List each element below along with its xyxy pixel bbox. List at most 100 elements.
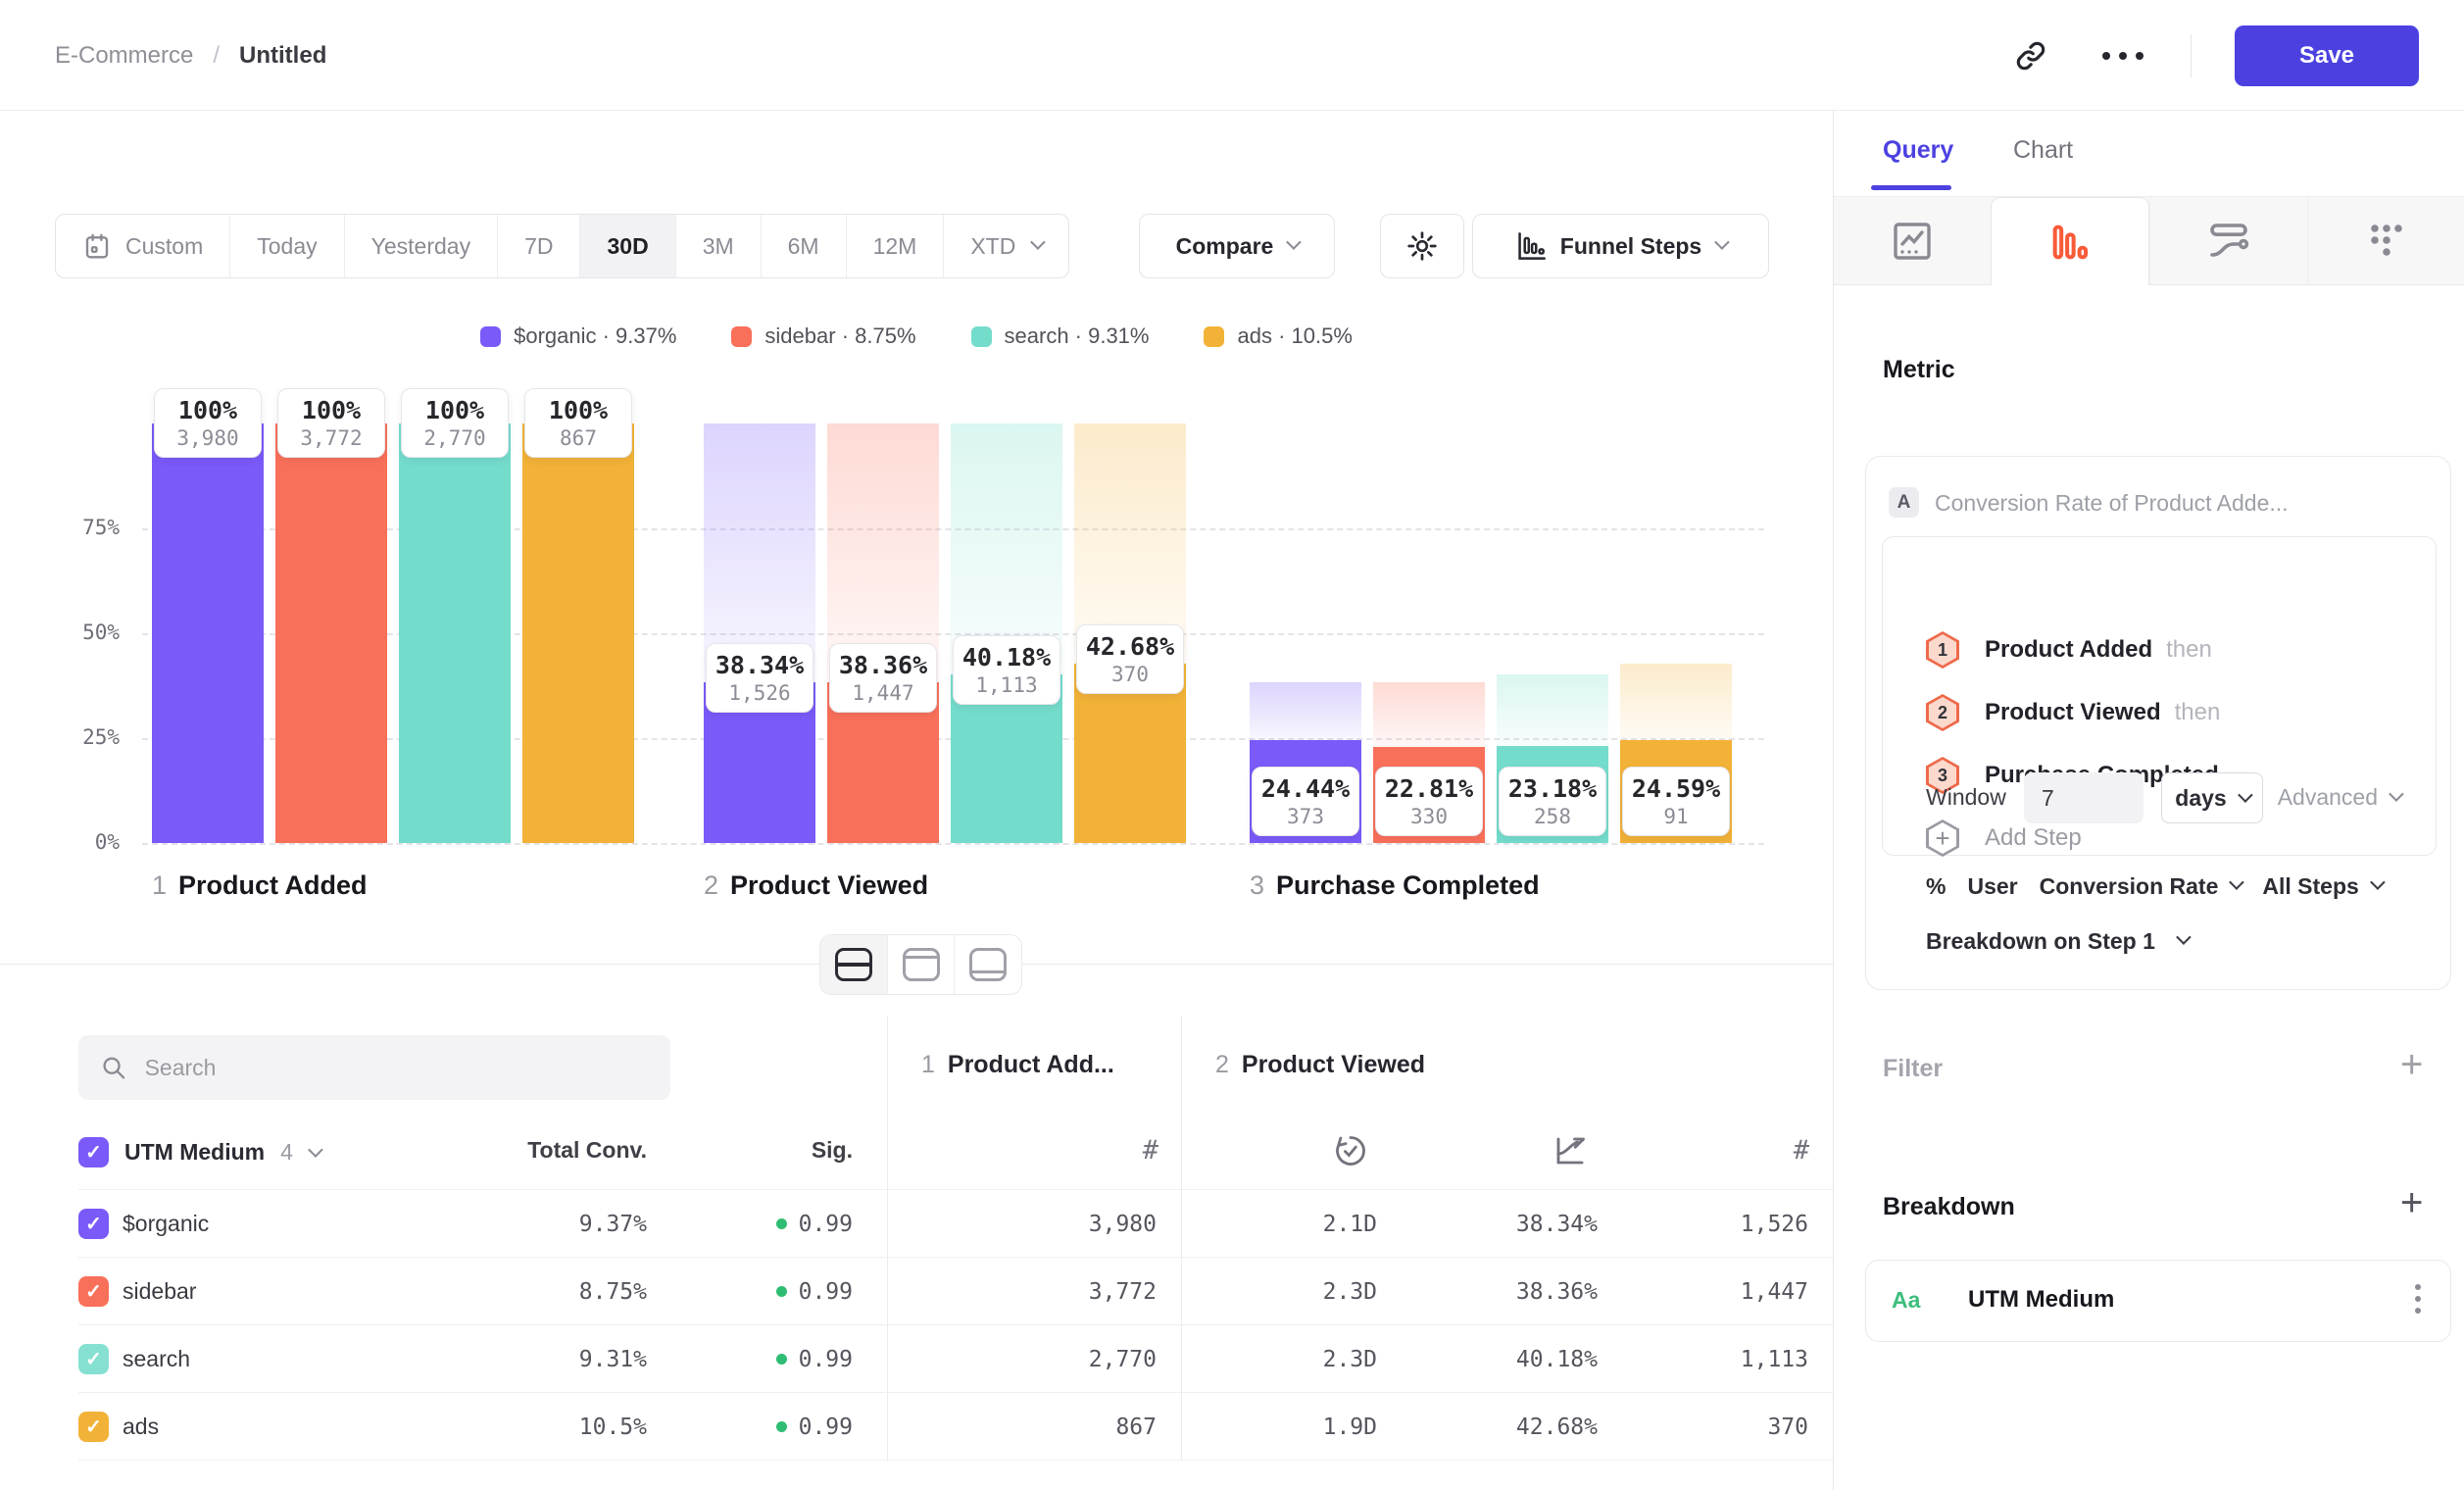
funnel-steps-card: 1 Product Addedthen2 Product Viewedthen3… bbox=[1882, 536, 2437, 856]
cell-significance: 0.99 bbox=[647, 1393, 853, 1461]
chart-type-insights[interactable] bbox=[1834, 197, 1991, 284]
add-step-button[interactable]: + Add Step bbox=[1926, 819, 2082, 858]
step-name: Product Viewed bbox=[1242, 1051, 1425, 1079]
tab-query[interactable]: Query bbox=[1883, 111, 1953, 189]
row-checkbox[interactable]: ✓ bbox=[78, 1344, 109, 1374]
row-name: search bbox=[123, 1346, 190, 1372]
step2-column-header: 2 Product Viewed bbox=[1215, 1051, 1425, 1079]
bar-value-label: 22.81%330 bbox=[1375, 767, 1483, 836]
property-type-badge: Aa bbox=[1892, 1287, 1920, 1314]
cell-step2-conv: 38.34% bbox=[1402, 1190, 1598, 1258]
sig-column-header[interactable]: Sig. bbox=[647, 1137, 853, 1164]
bar-pct: 38.36% bbox=[830, 651, 936, 680]
cell-significance: 0.99 bbox=[647, 1325, 853, 1393]
share-link-button[interactable] bbox=[2006, 31, 2055, 80]
bar-count: 370 bbox=[1077, 662, 1183, 687]
save-button[interactable]: Save bbox=[2235, 25, 2419, 86]
cell-step1-count: 3,772 bbox=[941, 1258, 1157, 1325]
step-event-name[interactable]: Product Viewed bbox=[1985, 699, 2161, 726]
count-column-icon[interactable]: # bbox=[1760, 1135, 1809, 1166]
chevron-down-icon bbox=[308, 1142, 323, 1158]
select-all-checkbox[interactable]: ✓ bbox=[78, 1137, 109, 1167]
cell-total-conv: 10.5% bbox=[451, 1393, 647, 1461]
chart-type-funnel-active[interactable] bbox=[1991, 197, 2149, 285]
cell-step1-count: 867 bbox=[941, 1393, 1157, 1461]
bar-count: 3,980 bbox=[155, 425, 261, 451]
step-conjunction: then bbox=[2166, 636, 2212, 664]
bar-count: 330 bbox=[1376, 804, 1482, 829]
table-row-organic[interactable]: ✓ $organic 9.37% 0.99 3,980 2.1D 38.34% … bbox=[78, 1189, 1833, 1257]
bar-value-label: 100%3,772 bbox=[277, 388, 385, 458]
window-value-input[interactable] bbox=[2024, 772, 2144, 823]
bar-ghost-sidebar-step3 bbox=[1373, 682, 1485, 748]
add-breakdown-button[interactable]: + bbox=[2400, 1188, 2423, 1217]
bar-value-label: 38.36%1,447 bbox=[829, 643, 937, 713]
bar-search-step1[interactable] bbox=[399, 423, 511, 843]
avg-time-column-icon[interactable] bbox=[1333, 1133, 1368, 1168]
group-column-label[interactable]: UTM Medium bbox=[124, 1139, 265, 1166]
bar-value-label: 24.59%91 bbox=[1622, 767, 1730, 836]
search-input[interactable] bbox=[145, 1055, 649, 1081]
sig-dot-icon bbox=[776, 1218, 787, 1229]
tab-chart[interactable]: Chart bbox=[2013, 111, 2073, 189]
row-checkbox[interactable]: ✓ bbox=[78, 1276, 109, 1307]
conversion-column-icon[interactable] bbox=[1552, 1133, 1588, 1168]
bar-pct: 38.34% bbox=[707, 651, 813, 680]
bar-sidebar-step1[interactable] bbox=[275, 423, 387, 843]
bar-organic-step1[interactable] bbox=[152, 423, 264, 843]
y-axis-tick-25%: 25% bbox=[41, 725, 120, 749]
kebab-menu-icon[interactable] bbox=[2415, 1284, 2421, 1314]
chart-type-flow[interactable] bbox=[2149, 197, 2307, 284]
y-axis-tick-75%: 75% bbox=[41, 516, 120, 539]
total-conv-column-header[interactable]: Total Conv. bbox=[451, 1137, 647, 1164]
more-options-button[interactable] bbox=[2098, 31, 2147, 80]
step-event-name[interactable]: Product Added bbox=[1985, 636, 2152, 664]
layout-table-only-button[interactable] bbox=[954, 935, 1021, 994]
split-view-icon bbox=[835, 948, 872, 981]
query-step-2[interactable]: 2 Product Viewedthen bbox=[1926, 693, 2220, 732]
cell-step2-conv: 42.68% bbox=[1402, 1393, 1598, 1461]
step-number-badge: 1 bbox=[1926, 631, 1959, 669]
row-checkbox[interactable]: ✓ bbox=[78, 1412, 109, 1442]
advanced-toggle[interactable]: Advanced bbox=[2278, 784, 2400, 811]
bar-value-label: 40.18%1,113 bbox=[953, 635, 1060, 705]
search-icon bbox=[100, 1053, 127, 1082]
bar-pct: 23.18% bbox=[1500, 774, 1605, 804]
breakdown-item-card[interactable]: Aa UTM Medium bbox=[1865, 1260, 2451, 1342]
table-row-ads[interactable]: ✓ ads 10.5% 0.99 867 1.9D 42.68% 370 bbox=[78, 1392, 1833, 1460]
measure-scope-dropdown[interactable]: All Steps bbox=[2262, 873, 2381, 900]
window-unit-select[interactable]: days bbox=[2161, 772, 2263, 823]
add-step-label: Add Step bbox=[1985, 824, 2082, 852]
row-checkbox[interactable]: ✓ bbox=[78, 1209, 109, 1239]
table-group-header: ✓ UTM Medium 4 bbox=[78, 1137, 320, 1167]
measure-prefix: % bbox=[1926, 873, 1946, 900]
plus-hexagon-icon: + bbox=[1926, 820, 1959, 857]
sig-dot-icon bbox=[776, 1286, 787, 1297]
bar-value-label: 100%2,770 bbox=[401, 388, 509, 458]
chevron-down-icon bbox=[2176, 929, 2192, 945]
chart-type-retention[interactable] bbox=[2307, 197, 2464, 284]
bar-count: 2,770 bbox=[402, 425, 508, 451]
funnel-analysis-app: E-Commerce / Untitled Save CustomTodayYe… bbox=[0, 0, 2464, 1490]
layout-split-button[interactable] bbox=[820, 935, 887, 994]
count-column-icon[interactable]: # bbox=[1109, 1135, 1158, 1166]
bar-value-label: 100%867 bbox=[524, 388, 632, 458]
table-row-sidebar[interactable]: ✓ sidebar 8.75% 0.99 3,772 2.3D 38.36% 1… bbox=[78, 1257, 1833, 1324]
bar-value-label: 42.68%370 bbox=[1076, 624, 1184, 694]
breakdown-on-step-dropdown[interactable]: Breakdown on Step 1 bbox=[1926, 928, 2188, 955]
measure-metric-dropdown[interactable]: Conversion Rate bbox=[2040, 873, 2242, 900]
bar-pct: 24.59% bbox=[1623, 774, 1729, 804]
query-step-1[interactable]: 1 Product Added then bbox=[1926, 630, 2212, 670]
header-divider bbox=[2191, 34, 2192, 77]
bar-ads-step1[interactable] bbox=[522, 423, 634, 843]
metric-title[interactable]: Conversion Rate of Product Adde... bbox=[1935, 490, 2289, 517]
metric-section-heading: Metric bbox=[1883, 356, 1955, 384]
bar-ghost-ads-step3 bbox=[1620, 664, 1732, 739]
table-row-search[interactable]: ✓ search 9.31% 0.99 2,770 2.3D 40.18% 1,… bbox=[78, 1324, 1833, 1392]
add-filter-button[interactable]: + bbox=[2400, 1050, 2423, 1079]
row-name: $organic bbox=[123, 1211, 209, 1237]
measure-actor[interactable]: User bbox=[1967, 873, 2017, 900]
bar-count: 3,772 bbox=[278, 425, 384, 451]
layout-chart-only-button[interactable] bbox=[887, 935, 955, 994]
cell-step2-time: 2.3D bbox=[1201, 1258, 1377, 1325]
